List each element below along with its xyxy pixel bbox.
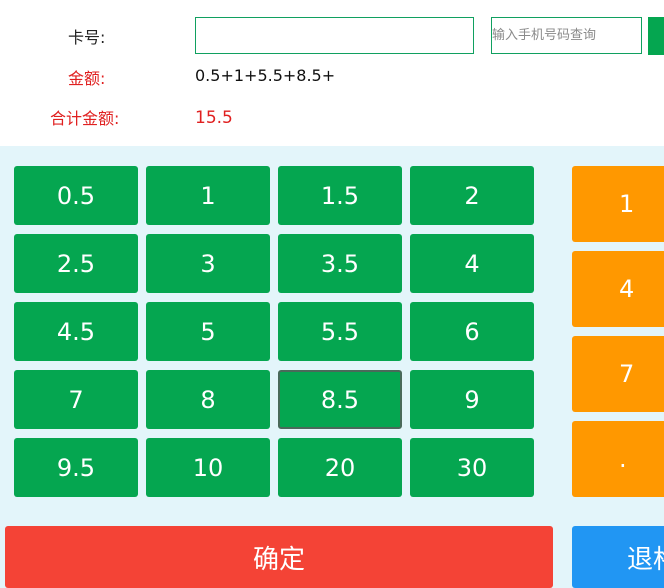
total-value: 15.5	[195, 108, 233, 128]
amount-key[interactable]: 5	[146, 302, 270, 361]
amount-key[interactable]: 2.5	[14, 234, 138, 293]
backspace-button[interactable]: 退格	[572, 526, 664, 588]
amount-key[interactable]: 20	[278, 438, 402, 497]
digit-key[interactable]: 1	[572, 166, 664, 242]
amount-key[interactable]: 6	[410, 302, 534, 361]
amount-key[interactable]: 3.5	[278, 234, 402, 293]
confirm-button[interactable]: 确定	[5, 526, 553, 588]
amount-key[interactable]: 8.5	[278, 370, 402, 429]
amount-key[interactable]: 2	[410, 166, 534, 225]
total-label: 合计金额:	[50, 109, 120, 128]
digit-key[interactable]: 4	[572, 251, 664, 327]
amount-key[interactable]: 1.5	[278, 166, 402, 225]
amount-key[interactable]: 30	[410, 438, 534, 497]
phone-query-button[interactable]	[648, 17, 664, 55]
amount-key[interactable]: 3	[146, 234, 270, 293]
card-number-input[interactable]	[195, 17, 474, 54]
amount-key[interactable]: 9.5	[14, 438, 138, 497]
amount-key[interactable]: 7	[14, 370, 138, 429]
amount-key[interactable]: 0.5	[14, 166, 138, 225]
card-label: 卡号:	[68, 28, 106, 47]
amount-expression: 0.5+1+5.5+8.5+	[195, 66, 336, 85]
amount-key[interactable]: 4.5	[14, 302, 138, 361]
amount-key[interactable]: 9	[410, 370, 534, 429]
amount-label: 金额:	[68, 69, 106, 88]
amount-key[interactable]: 5.5	[278, 302, 402, 361]
amount-key[interactable]: 4	[410, 234, 534, 293]
amount-key[interactable]: 1	[146, 166, 270, 225]
digit-key[interactable]: .	[572, 421, 664, 497]
amount-key[interactable]: 8	[146, 370, 270, 429]
phone-search-input[interactable]	[491, 17, 642, 54]
digit-key[interactable]: 7	[572, 336, 664, 412]
amount-key[interactable]: 10	[146, 438, 270, 497]
